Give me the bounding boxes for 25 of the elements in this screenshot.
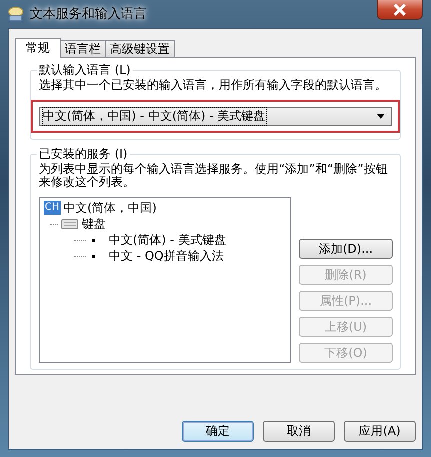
tree-item[interactable]: 中文 - QQ拼音输入法 [109,248,224,264]
tab[interactable]: 语言栏 [60,40,106,57]
description-text: 选择其中一个已安装的输入语言，用作所有输入字段的默认语言。 [39,79,388,92]
speech-bubble-icon [8,6,24,22]
group-label: 默认输入语言 (L) [38,62,132,79]
tree-item[interactable]: 键盘 [82,216,106,232]
group-label: 已安装的服务 (I) [38,146,129,163]
bullet-icon [92,254,95,258]
close-icon [393,4,407,16]
language-badge-icon: CH [44,201,61,215]
tree-item[interactable]: 中文(简体) - 美式键盘 [109,232,226,248]
side-button[interactable]: 添加(D)... [299,239,393,259]
window-title: 文本服务和输入语言 [30,6,147,23]
tree-item[interactable]: 中文(简体，中国) [64,200,157,216]
bullet-icon [92,238,95,242]
tab[interactable]: 常规 [15,38,61,58]
dialog-button[interactable]: 确定 [182,421,254,442]
close-button[interactable] [377,0,423,20]
caret-icon [377,114,385,119]
keyboard-icon [61,218,79,230]
dialog-button[interactable]: 取消 [263,421,335,442]
language-dropdown[interactable]: 中文(简体，中国) - 中文(简体) - 美式键盘 [39,107,392,126]
dialog-button[interactable]: 应用(A) [344,421,416,442]
description-text: 为列表中显示的每个输入语言选择服务。使用“添加”和“删除”按钮来修改这个列表。 [39,163,389,189]
tab[interactable]: 高级键设置 [105,40,175,57]
